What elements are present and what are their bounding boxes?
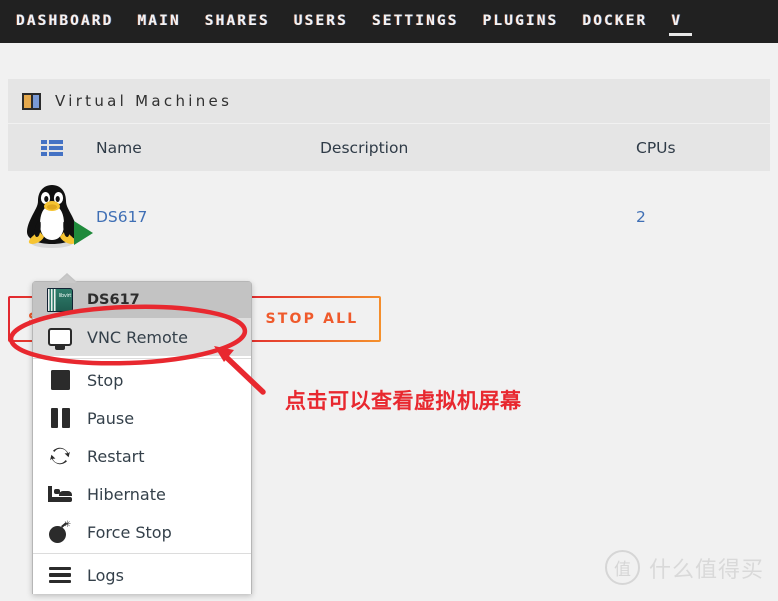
vm-context-menu: DS617 VNC Remote Stop Pause Restart — [32, 273, 252, 594]
context-menu-header: DS617 — [33, 282, 251, 318]
menu-item-stop[interactable]: Stop — [33, 361, 251, 399]
watermark-badge: 值 — [604, 550, 640, 585]
logs-lines-icon — [47, 562, 73, 588]
column-header-name: Name — [96, 138, 142, 157]
nav-item-docker[interactable]: DOCKER — [570, 0, 659, 43]
nav-item-main[interactable]: MAIN — [125, 0, 192, 43]
stop-all-button[interactable]: STOP ALL — [242, 296, 381, 342]
virtual-machines-panel: Virtual Machines Name Description CPUs D… — [8, 79, 770, 261]
libvirt-book-icon — [47, 287, 73, 313]
bed-icon — [47, 481, 73, 507]
context-menu-header-label: DS617 — [87, 292, 140, 308]
menu-item-label-stop: Stop — [87, 370, 124, 390]
menu-item-force-stop[interactable]: ✳ Force Stop — [33, 513, 251, 551]
menu-item-restart[interactable]: Restart — [33, 437, 251, 475]
column-header-cpus: CPUs — [636, 138, 676, 157]
panel-header: Virtual Machines — [8, 79, 770, 123]
tux-penguin-icon[interactable] — [21, 181, 93, 251]
vm-name-link[interactable]: DS617 — [96, 208, 147, 226]
nav-item-shares[interactable]: SHARES — [193, 0, 282, 43]
column-header-description: Description — [320, 138, 409, 157]
menu-item-hibernate[interactable]: Hibernate — [33, 475, 251, 513]
menu-item-logs[interactable]: Logs — [33, 556, 251, 594]
menu-item-label-logs: Logs — [87, 565, 124, 585]
play-triangle-icon — [74, 221, 93, 245]
menu-item-label-pause: Pause — [87, 408, 135, 428]
list-view-icon[interactable] — [41, 139, 63, 156]
nav-item-users[interactable]: USERS — [282, 0, 360, 43]
pause-bars-icon — [47, 405, 73, 431]
bomb-icon: ✳ — [47, 519, 73, 545]
nav-item-dashboard[interactable]: DASHBOARD — [4, 0, 125, 43]
watermark-text: 什么值得买 — [648, 557, 764, 583]
top-navigation-bar: DASHBOARD MAIN SHARES USERS SETTINGS PLU… — [0, 0, 778, 43]
watermark: 值 什么值得买 — [604, 550, 764, 585]
stop-square-icon — [47, 367, 73, 393]
menu-separator-top — [33, 358, 251, 359]
menu-separator-bottom — [33, 553, 251, 554]
vm-cpus-value[interactable]: 2 — [636, 208, 646, 226]
menu-item-vnc-remote[interactable]: VNC Remote — [33, 318, 251, 356]
vm-cpus-cell: 2 — [636, 207, 756, 226]
menu-item-label-vnc-remote: VNC Remote — [87, 327, 188, 347]
nav-items-container: DASHBOARD MAIN SHARES USERS SETTINGS PLU… — [0, 0, 778, 43]
page-title: Virtual Machines — [55, 92, 233, 110]
restart-arrows-icon — [47, 443, 73, 469]
column-header-view-toggle[interactable] — [8, 139, 96, 156]
restart-arrows-svg — [50, 447, 70, 465]
vm-name-cell: DS617 — [96, 207, 320, 226]
menu-item-pause[interactable]: Pause — [33, 399, 251, 437]
context-menu-caret — [57, 273, 77, 283]
menu-item-label-hibernate: Hibernate — [87, 484, 166, 504]
panels-icon — [22, 92, 41, 110]
nav-item-vms[interactable]: V — [659, 0, 694, 43]
menu-item-label-force-stop: Force Stop — [87, 522, 172, 542]
nav-item-plugins[interactable]: PLUGINS — [471, 0, 571, 43]
table-header-row: Name Description CPUs — [8, 123, 770, 171]
vm-icon-cell[interactable] — [8, 181, 96, 251]
monitor-icon — [47, 324, 73, 350]
table-row: DS617 2 — [8, 171, 770, 261]
menu-item-label-restart: Restart — [87, 446, 145, 466]
vm-table: Name Description CPUs DS617 2 — [8, 123, 770, 261]
nav-item-settings[interactable]: SETTINGS — [360, 0, 471, 43]
